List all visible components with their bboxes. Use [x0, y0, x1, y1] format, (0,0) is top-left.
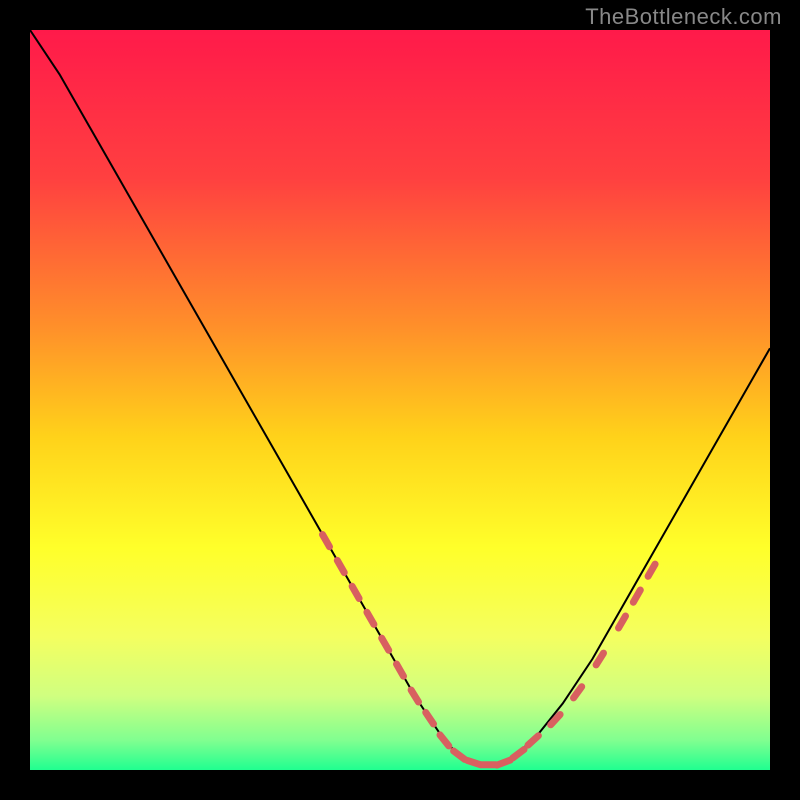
- marker-dash: [497, 760, 510, 765]
- gradient-background: [30, 30, 770, 770]
- chart-plot-area: [30, 30, 770, 770]
- watermark-text: TheBottleneck.com: [585, 4, 782, 30]
- chart-svg: [30, 30, 770, 770]
